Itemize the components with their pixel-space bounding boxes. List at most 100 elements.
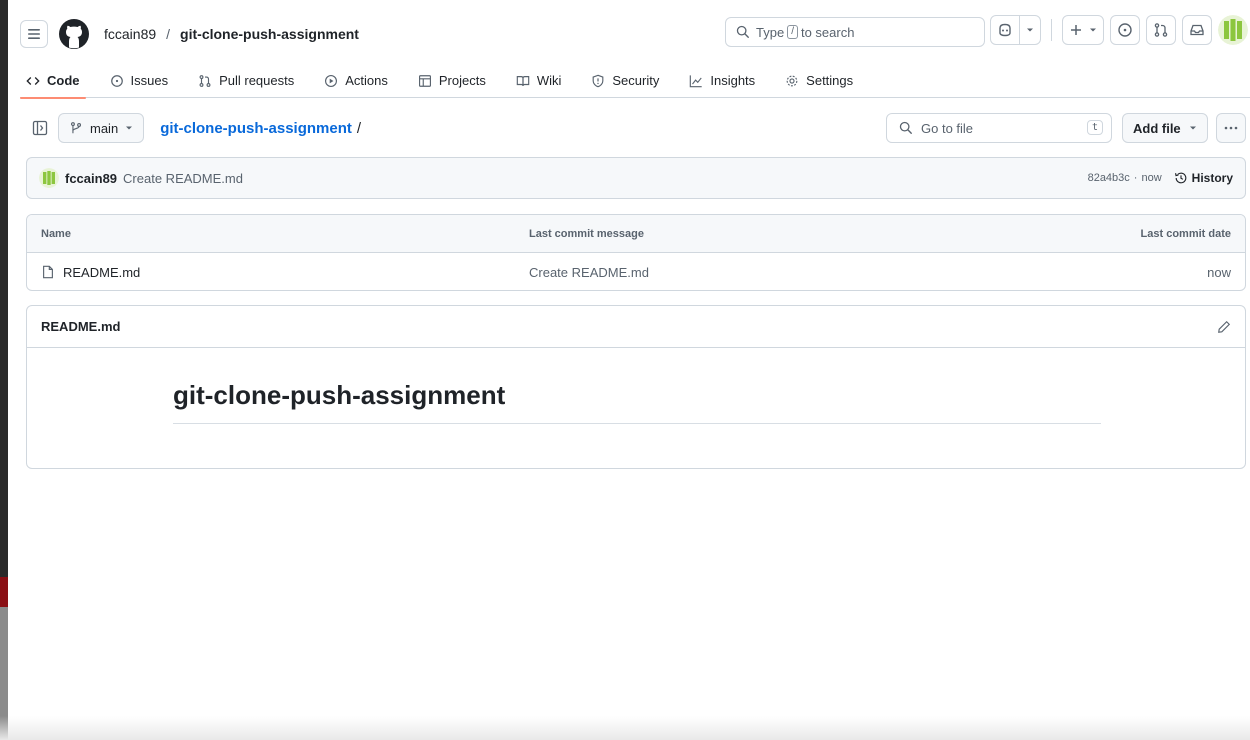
pencil-icon[interactable] bbox=[1217, 320, 1231, 334]
tab-security[interactable]: Security bbox=[585, 64, 665, 98]
header-divider bbox=[1051, 19, 1052, 41]
column-commit-message: Last commit message bbox=[529, 227, 644, 240]
file-commit-date: now bbox=[1207, 264, 1231, 280]
chevron-down-icon bbox=[1090, 28, 1096, 32]
tab-label: Pull requests bbox=[219, 73, 295, 88]
search-icon bbox=[736, 25, 749, 38]
file-icon bbox=[43, 265, 53, 279]
search-shortcut-key: / bbox=[787, 25, 798, 39]
create-new-button[interactable] bbox=[1062, 15, 1104, 45]
tab-code[interactable]: Code bbox=[20, 64, 86, 99]
file-table: Name Last commit message Last commit dat… bbox=[26, 214, 1246, 291]
commit-meta: 82a4b3c · now bbox=[1088, 172, 1162, 184]
tab-label: Projects bbox=[438, 73, 486, 88]
go-to-file-placeholder: Go to file bbox=[921, 120, 974, 136]
column-name: Name bbox=[41, 227, 71, 240]
header-actions bbox=[990, 15, 1248, 45]
chevron-down-icon bbox=[126, 126, 133, 130]
tab-label: Settings bbox=[806, 73, 854, 88]
history-icon bbox=[1174, 172, 1186, 184]
graph-icon bbox=[690, 74, 703, 87]
inbox-button[interactable] bbox=[1182, 15, 1212, 45]
table-row: README.md Create README.md now bbox=[27, 253, 1245, 290]
readme-filename[interactable]: README.md bbox=[41, 319, 120, 334]
branch-selector[interactable]: main bbox=[58, 113, 145, 143]
gear-icon bbox=[786, 75, 798, 86]
table-icon bbox=[418, 74, 431, 87]
repo-root-link[interactable]: git-clone-push-assignment bbox=[160, 120, 352, 137]
tab-settings[interactable]: Settings bbox=[779, 64, 859, 98]
search-icon bbox=[899, 121, 912, 134]
tab-label: Code bbox=[47, 73, 80, 88]
tab-label: Actions bbox=[345, 73, 388, 88]
more-options-button[interactable] bbox=[1216, 113, 1246, 143]
tab-pull-requests[interactable]: Pull requests bbox=[192, 64, 300, 98]
user-avatar[interactable] bbox=[1218, 15, 1248, 45]
commit-author[interactable]: fccain89 bbox=[65, 171, 117, 186]
menu-button[interactable] bbox=[20, 20, 48, 48]
tab-projects[interactable]: Projects bbox=[412, 64, 492, 98]
issue-icon bbox=[110, 74, 123, 87]
file-name-link[interactable]: README.md bbox=[63, 265, 140, 280]
tab-label: Security bbox=[612, 73, 660, 88]
table-header: Name Last commit message Last commit dat… bbox=[27, 215, 1245, 253]
window-edge bbox=[0, 0, 8, 740]
repo-name-link[interactable]: git-clone-push-assignment bbox=[180, 26, 359, 42]
meta-dot: · bbox=[1133, 172, 1138, 184]
history-button[interactable]: History bbox=[1174, 171, 1233, 185]
readme-header: README.md bbox=[27, 306, 1245, 348]
tab-label: Wiki bbox=[536, 73, 562, 88]
readme-panel: README.md git-clone-push-assignment bbox=[26, 305, 1246, 469]
github-logo-icon[interactable] bbox=[58, 18, 90, 50]
path-separator: / bbox=[356, 119, 362, 137]
file-toolbar: main git-clone-push-assignment / Go to f… bbox=[26, 112, 1246, 144]
author-avatar[interactable] bbox=[39, 168, 59, 188]
copilot-button[interactable] bbox=[990, 15, 1041, 45]
go-to-file-input[interactable]: Go to file t bbox=[886, 113, 1112, 143]
branch-name: main bbox=[90, 120, 119, 136]
search-placeholder-after: to search bbox=[800, 24, 855, 40]
play-icon bbox=[325, 74, 338, 87]
hamburger-icon bbox=[28, 29, 40, 39]
heading-divider bbox=[173, 423, 1101, 424]
book-icon bbox=[516, 75, 530, 86]
chevron-down-icon bbox=[1189, 126, 1196, 130]
add-file-label: Add file bbox=[1133, 120, 1181, 136]
tab-insights[interactable]: Insights bbox=[683, 64, 761, 98]
search-placeholder-before: Type bbox=[756, 24, 785, 40]
inbox-icon bbox=[1190, 24, 1204, 36]
tab-label: Issues bbox=[130, 73, 169, 88]
tab-actions[interactable]: Actions bbox=[318, 64, 394, 98]
code-icon bbox=[26, 76, 40, 85]
bottom-shadow bbox=[0, 716, 1250, 740]
repo-navigation: Code Issues Pull requests Actions Projec… bbox=[20, 64, 1250, 99]
sidebar-toggle-icon[interactable] bbox=[32, 120, 48, 136]
tab-issues[interactable]: Issues bbox=[104, 64, 175, 98]
global-search-input[interactable]: Type / to search bbox=[725, 17, 985, 47]
owner-link[interactable]: fccain89 bbox=[104, 26, 156, 42]
git-branch-icon bbox=[70, 122, 82, 134]
commit-time: now bbox=[1141, 172, 1162, 184]
global-header: fccain89 / git-clone-push-assignment Typ… bbox=[20, 14, 1250, 54]
breadcrumb-separator: / bbox=[166, 26, 171, 42]
add-file-button[interactable]: Add file bbox=[1122, 113, 1208, 143]
history-label: History bbox=[1191, 171, 1233, 185]
plus-icon bbox=[1071, 25, 1081, 35]
readme-heading: git-clone-push-assignment bbox=[173, 380, 506, 410]
kebab-horizontal-icon bbox=[1224, 126, 1238, 130]
shield-icon bbox=[593, 74, 604, 87]
issues-button[interactable] bbox=[1110, 15, 1140, 45]
pull-request-icon bbox=[199, 74, 211, 87]
commit-sha[interactable]: 82a4b3c bbox=[1088, 172, 1130, 184]
column-commit-date: Last commit date bbox=[1140, 227, 1231, 240]
go-to-file-shortcut: t bbox=[1086, 120, 1103, 135]
pull-request-icon bbox=[1154, 23, 1168, 37]
latest-commit-bar: fccain89 Create README.md 82a4b3c · now … bbox=[26, 157, 1246, 199]
issue-icon bbox=[1118, 23, 1132, 37]
commit-message[interactable]: Create README.md bbox=[123, 171, 243, 186]
tab-wiki[interactable]: Wiki bbox=[510, 64, 568, 98]
copilot-icon bbox=[999, 23, 1011, 37]
pull-requests-button[interactable] bbox=[1146, 15, 1176, 45]
file-commit-message[interactable]: Create README.md bbox=[529, 265, 649, 280]
chevron-down-icon bbox=[1027, 28, 1033, 32]
